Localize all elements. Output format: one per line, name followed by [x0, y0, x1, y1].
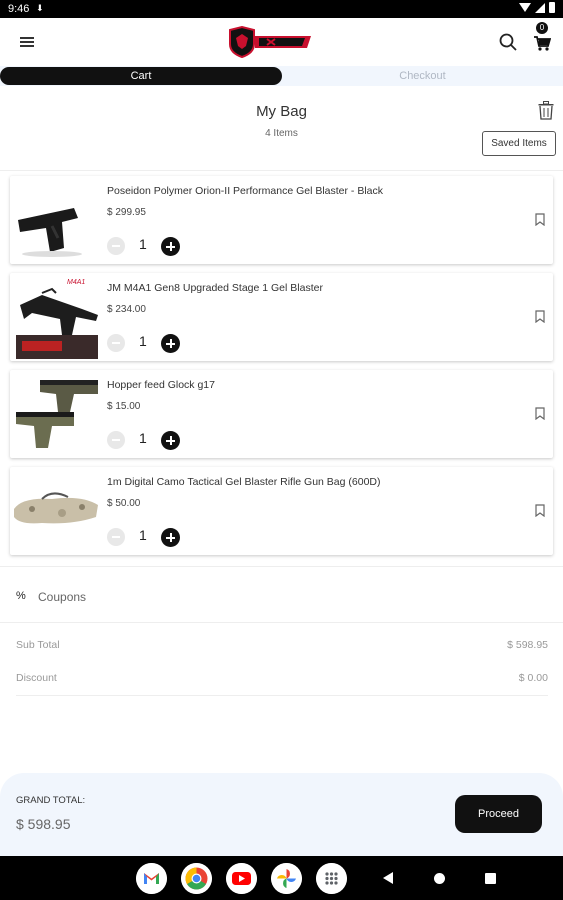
chrome-icon[interactable]	[181, 863, 212, 894]
menu-icon[interactable]	[20, 37, 34, 47]
item-count: 4 Items	[265, 128, 298, 139]
cart-item: Poseidon Polymer Orion-II Performance Ge…	[10, 176, 553, 264]
divider	[16, 695, 548, 696]
recents-icon[interactable]	[485, 873, 496, 884]
product-image[interactable]	[12, 372, 100, 456]
product-price: $ 15.00	[107, 401, 141, 412]
product-name[interactable]: 1m Digital Camo Tactical Gel Blaster Rif…	[107, 476, 381, 488]
quantity-value: 1	[139, 430, 147, 446]
app-header: 0	[0, 18, 563, 66]
increase-qty-button[interactable]	[161, 237, 180, 256]
cart-icon[interactable]	[533, 32, 551, 52]
decrease-qty-button[interactable]	[107, 528, 125, 546]
status-time: 9:46	[8, 3, 30, 15]
increase-qty-button[interactable]	[161, 431, 180, 450]
subtotal-value: $ 598.95	[507, 639, 548, 651]
search-icon[interactable]	[499, 33, 517, 51]
quantity-value: 1	[139, 333, 147, 349]
proceed-button[interactable]: Proceed	[455, 795, 542, 833]
increase-qty-button[interactable]	[161, 528, 180, 547]
subtotal-label: Sub Total	[16, 639, 60, 651]
checkout-bar: GRAND TOTAL: $ 598.95 Proceed	[0, 773, 563, 856]
bookmark-icon[interactable]	[535, 407, 545, 420]
notification-icon: ⬇	[36, 3, 44, 13]
status-icons	[519, 2, 555, 13]
divider	[0, 170, 563, 171]
product-price: $ 299.95	[107, 207, 146, 218]
product-image[interactable]	[12, 178, 100, 262]
cart-item: M4A1 JM M4A1 Gen8 Upgraded Stage 1 Gel B…	[10, 273, 553, 361]
increase-qty-button[interactable]	[161, 334, 180, 353]
thumb-caption: M4A1	[67, 279, 85, 286]
signal-icon	[535, 2, 545, 13]
grand-total-value: $ 598.95	[16, 816, 71, 832]
cart-count-badge: 0	[536, 22, 548, 34]
discount-label: Discount	[16, 672, 57, 684]
divider	[0, 566, 563, 567]
cart-item: Hopper feed Glock g17 $ 15.00 1	[10, 370, 553, 458]
app-drawer-icon[interactable]	[316, 863, 347, 894]
checkout-steps: Cart Checkout	[0, 66, 563, 86]
system-nav-bar	[0, 856, 563, 900]
tab-cart[interactable]: Cart	[0, 67, 282, 85]
photos-icon[interactable]	[271, 863, 302, 894]
wifi-icon	[519, 3, 531, 12]
gmail-icon[interactable]	[136, 863, 167, 894]
decrease-qty-button[interactable]	[107, 431, 125, 449]
status-bar: 9:46 ⬇	[0, 0, 563, 18]
discount-value: $ 0.00	[518, 672, 548, 684]
decrease-qty-button[interactable]	[107, 334, 125, 352]
quantity-value: 1	[139, 236, 147, 252]
back-icon[interactable]	[383, 872, 393, 884]
divider	[0, 622, 563, 623]
youtube-icon[interactable]	[226, 863, 257, 894]
percent-icon: %	[16, 590, 26, 602]
decrease-qty-button[interactable]	[107, 237, 125, 255]
product-image[interactable]: M4A1	[12, 275, 100, 359]
page-title: My Bag	[256, 103, 307, 120]
saved-items-button[interactable]: Saved Items	[482, 131, 556, 156]
cart-item: 1m Digital Camo Tactical Gel Blaster Rif…	[10, 467, 553, 555]
trash-icon[interactable]	[538, 101, 554, 120]
brand-logo	[229, 26, 311, 58]
home-icon[interactable]	[434, 873, 445, 884]
bookmark-icon[interactable]	[535, 310, 545, 323]
tab-checkout[interactable]: Checkout	[282, 67, 563, 85]
product-name[interactable]: JM M4A1 Gen8 Upgraded Stage 1 Gel Blaste…	[107, 282, 323, 294]
quantity-value: 1	[139, 527, 147, 543]
product-name[interactable]: Poseidon Polymer Orion-II Performance Ge…	[107, 185, 383, 197]
product-name[interactable]: Hopper feed Glock g17	[107, 379, 215, 391]
product-image[interactable]	[12, 469, 100, 553]
bookmark-icon[interactable]	[535, 504, 545, 517]
grand-total-label: GRAND TOTAL:	[16, 795, 86, 806]
product-price: $ 234.00	[107, 304, 146, 315]
product-price: $ 50.00	[107, 498, 141, 509]
coupons-link[interactable]: Coupons	[38, 590, 86, 604]
battery-icon	[549, 2, 555, 13]
bookmark-icon[interactable]	[535, 213, 545, 226]
